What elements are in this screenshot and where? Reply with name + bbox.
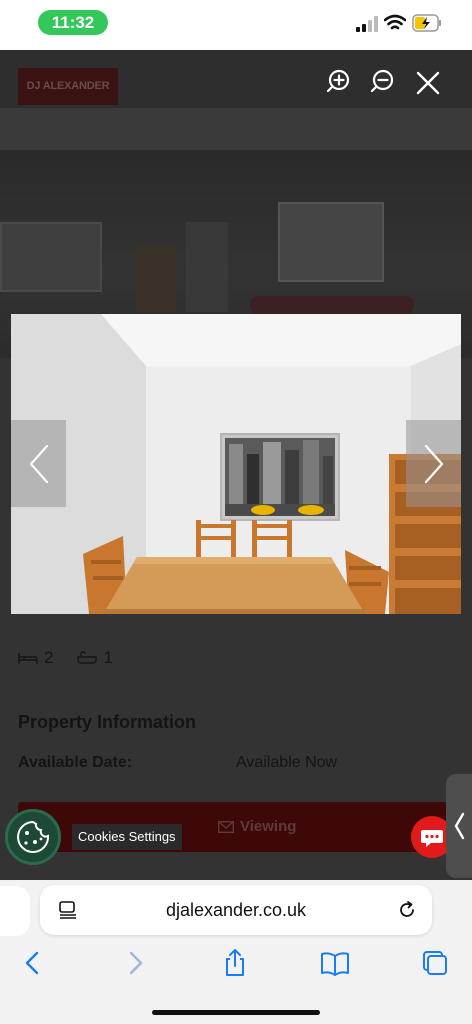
bedroom-count: 2 xyxy=(44,648,54,667)
property-photo xyxy=(11,314,461,614)
available-date-label: Available Date: xyxy=(18,754,133,771)
reload-icon[interactable] xyxy=(396,899,418,921)
bookmarks-icon[interactable] xyxy=(320,948,350,978)
bathroom-count: 1 xyxy=(103,648,113,667)
viewing-label: Viewing xyxy=(240,818,297,835)
background-sofa xyxy=(250,296,414,314)
cellular-signal-icon xyxy=(356,16,378,32)
zoom-in-icon[interactable] xyxy=(326,68,356,98)
dining-room-image xyxy=(11,314,461,614)
background-door xyxy=(186,222,228,312)
bed-icon xyxy=(18,653,38,664)
bath-icon xyxy=(77,651,98,664)
url-text: djalexander.co.uk xyxy=(165,900,307,920)
viewing-label-wrap: Viewing xyxy=(218,818,296,835)
tabs-icon[interactable] xyxy=(420,948,450,978)
site-logo[interactable]: DJ ALEXANDER xyxy=(18,68,118,105)
close-icon[interactable] xyxy=(413,68,443,98)
cookie-settings-button[interactable] xyxy=(5,809,61,865)
property-information-heading: Property Information xyxy=(18,712,197,732)
chevron-left-icon xyxy=(454,812,465,840)
envelope-icon xyxy=(218,820,234,833)
status-time: 11:32 xyxy=(38,10,108,35)
share-icon[interactable] xyxy=(220,948,250,978)
address-bar[interactable]: djalexander.co.uk xyxy=(40,885,432,935)
site-header: DJ ALEXANDER xyxy=(0,50,472,108)
site-subnav xyxy=(0,108,472,150)
next-photo-button[interactable] xyxy=(406,420,461,507)
battery-charging-icon xyxy=(412,14,441,32)
browser-toolbar: djalexander.co.uk xyxy=(0,880,472,1024)
cookie-icon xyxy=(17,820,50,853)
available-date-value: Available Now xyxy=(236,754,338,771)
zoom-out-icon[interactable] xyxy=(370,68,400,98)
chevron-right-icon xyxy=(424,444,443,483)
chevron-left-icon xyxy=(29,444,48,483)
property-amenities: 2 1 xyxy=(18,648,137,668)
previous-photo-button[interactable] xyxy=(11,420,66,507)
background-shelf xyxy=(136,246,176,312)
side-panel-tab[interactable] xyxy=(446,774,472,878)
background-picture-right xyxy=(278,202,384,282)
status-bar: 11:32 xyxy=(0,0,472,50)
home-indicator xyxy=(152,1010,320,1015)
background-picture-left xyxy=(0,222,102,292)
cookie-settings-tooltip: Cookies Settings xyxy=(72,824,182,850)
wifi-icon xyxy=(384,14,406,30)
back-icon[interactable] xyxy=(18,948,48,978)
forward-icon[interactable] xyxy=(120,948,150,978)
previous-tab-peek[interactable] xyxy=(0,886,30,936)
